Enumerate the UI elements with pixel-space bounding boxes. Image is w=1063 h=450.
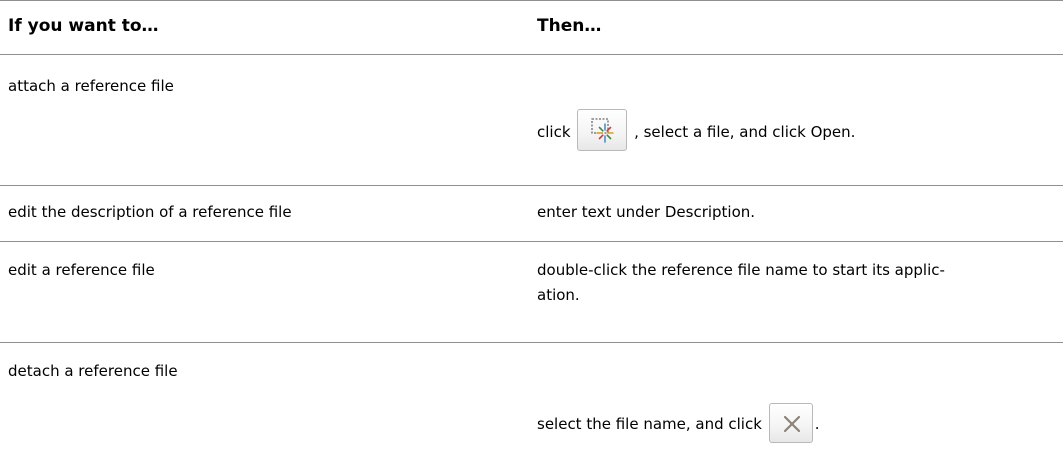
row-3-action: edit a reference file xyxy=(8,261,155,279)
row-2-instruction: enter text under Description. xyxy=(537,203,756,221)
attach-reference-icon xyxy=(591,118,615,143)
column-header-right: Then… xyxy=(537,16,602,36)
row-4-action: detach a reference file xyxy=(8,362,178,380)
row-3-instruction-line-1: double-click the reference file name to … xyxy=(537,261,945,279)
row-3-bottom-rule xyxy=(0,342,1063,343)
row-1-instruction: click , select a file, and click Open. xyxy=(537,109,855,151)
row-4-instruction: select the file name, and click . xyxy=(537,403,819,443)
header-bottom-rule xyxy=(0,54,1063,55)
column-header-left: If you want to… xyxy=(8,16,159,36)
detach-reference-button[interactable] xyxy=(768,403,813,443)
row-1-action: attach a reference file xyxy=(8,77,174,95)
row-2-action: edit the description of a reference file xyxy=(8,203,292,221)
row-4-instruction-suffix: . xyxy=(814,415,820,433)
detach-x-icon xyxy=(783,415,800,433)
row-3-instruction-line-2: ation. xyxy=(537,286,580,304)
row-4-instruction-prefix: select the file name, and click xyxy=(537,415,762,433)
table-top-rule xyxy=(0,0,1063,1)
row-1-instruction-prefix: click xyxy=(537,123,571,141)
row-2-bottom-rule xyxy=(0,241,1063,242)
attach-reference-button[interactable] xyxy=(577,109,628,151)
row-1-instruction-suffix: , select a file, and click Open. xyxy=(634,123,856,141)
row-1-bottom-rule xyxy=(0,185,1063,186)
